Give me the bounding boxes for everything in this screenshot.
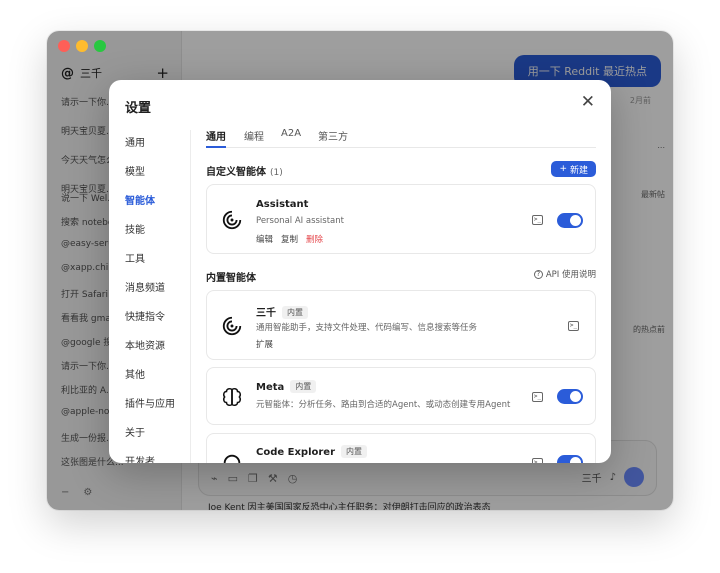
api-docs-label: API 使用说明	[545, 270, 596, 280]
terminal-icon[interactable]: >_	[532, 215, 543, 225]
agent-actions: 扩展	[256, 338, 273, 350]
tab-general[interactable]: 通用	[206, 128, 226, 143]
agent-name-row: Code Explorer 内置	[256, 445, 368, 458]
settings-modal: 设置 ✕ 通用 模型 智能体 技能 工具 消息频道 快捷指令 本地资源 其他 插…	[109, 80, 611, 463]
nav-item-about[interactable]: 关于	[125, 424, 145, 439]
agent-card-sanqian: 三千 内置 通用智能助手，支持文件处理、代码编写、信息搜索等任务 扩展 >_	[206, 290, 596, 360]
maximize-window-button[interactable]	[94, 40, 106, 52]
nav-item-channels[interactable]: 消息频道	[125, 279, 165, 294]
brain-icon	[222, 387, 242, 407]
agent-card-meta: Meta 内置 元智能体：分析任务、路由到合适的Agent、或动态创建专用Agen…	[206, 367, 596, 425]
tab-coding[interactable]: 编程	[244, 128, 264, 143]
agent-card-assistant: Assistant Personal AI assistant 编辑 复制 删除…	[206, 184, 596, 254]
agent-name: Meta	[256, 382, 285, 393]
nav-item-developer[interactable]: 开发者	[125, 453, 155, 463]
builtin-agents-heading: 内置智能体	[206, 273, 256, 284]
new-agent-label: 新建	[569, 165, 588, 176]
window-controls	[58, 40, 106, 52]
new-agent-button[interactable]: + 新建	[551, 161, 596, 177]
spiral-logo-icon	[222, 210, 242, 230]
tab-third-party[interactable]: 第三方	[318, 128, 348, 143]
custom-agents-title: 自定义智能体	[206, 167, 266, 178]
minimize-window-button[interactable]	[76, 40, 88, 52]
nav-item-shortcuts[interactable]: 快捷指令	[125, 308, 165, 323]
nav-item-models[interactable]: 模型	[125, 163, 145, 178]
agent-enable-toggle[interactable]	[557, 389, 583, 404]
nav-item-skills[interactable]: 技能	[125, 221, 145, 236]
nav-item-local-resources[interactable]: 本地资源	[125, 337, 165, 352]
custom-agents-count: (1)	[270, 168, 283, 178]
plus-icon: +	[559, 164, 567, 174]
nav-item-agents[interactable]: 智能体	[125, 192, 155, 207]
edit-link[interactable]: 编辑	[256, 233, 273, 245]
terminal-icon[interactable]: >_	[568, 321, 579, 331]
spiral-logo-icon	[222, 316, 242, 336]
agent-name: 三千	[256, 308, 276, 319]
nav-item-other[interactable]: 其他	[125, 366, 145, 381]
agent-card-code-explorer: Code Explorer 内置 >_	[206, 433, 596, 463]
agent-enable-toggle[interactable]	[557, 455, 583, 463]
extend-link[interactable]: 扩展	[256, 338, 273, 350]
question-circle-icon: ?	[533, 269, 543, 279]
close-window-button[interactable]	[58, 40, 70, 52]
nav-item-tools[interactable]: 工具	[125, 250, 145, 265]
modal-title: 设置	[125, 101, 152, 116]
builtin-badge: 内置	[290, 380, 317, 393]
ring-icon	[223, 454, 241, 463]
agent-name-row: 三千 内置	[256, 304, 308, 319]
api-docs-link[interactable]: ? API 使用说明	[533, 268, 596, 280]
builtin-badge: 内置	[282, 306, 308, 319]
terminal-icon[interactable]: >_	[532, 392, 543, 402]
agent-description: Personal AI assistant	[256, 216, 344, 226]
agent-actions: 编辑 复制 删除	[256, 233, 323, 245]
agent-name: Code Explorer	[256, 447, 336, 458]
delete-link[interactable]: 删除	[306, 233, 323, 245]
custom-agents-heading: 自定义智能体 (1)	[206, 163, 283, 178]
agent-name: Assistant	[256, 199, 309, 210]
nav-item-general[interactable]: 通用	[125, 134, 145, 149]
terminal-icon[interactable]: >_	[532, 458, 543, 463]
agent-enable-toggle[interactable]	[557, 213, 583, 228]
settings-nav: 通用 模型 智能体 技能 工具 消息频道 快捷指令 本地资源 其他 插件与应用 …	[109, 130, 191, 463]
agent-description: 通用智能助手，支持文件处理、代码编写、信息搜索等任务	[256, 323, 478, 333]
tab-a2a[interactable]: A2A	[281, 128, 301, 139]
active-tab-indicator	[206, 146, 226, 148]
nav-item-plugins[interactable]: 插件与应用	[125, 395, 175, 410]
agent-name-row: Meta 内置	[256, 380, 317, 393]
tab-bar: 通用 编程 A2A 第三方	[206, 120, 596, 148]
settings-content: 通用 编程 A2A 第三方 自定义智能体 (1) + 新建 Assistant P…	[206, 120, 596, 463]
copy-link[interactable]: 复制	[281, 233, 298, 245]
agent-description: 元智能体：分析任务、路由到合适的Agent、或动态创建专用Agent	[256, 400, 511, 410]
builtin-badge: 内置	[341, 445, 368, 458]
close-icon[interactable]: ✕	[581, 94, 595, 111]
